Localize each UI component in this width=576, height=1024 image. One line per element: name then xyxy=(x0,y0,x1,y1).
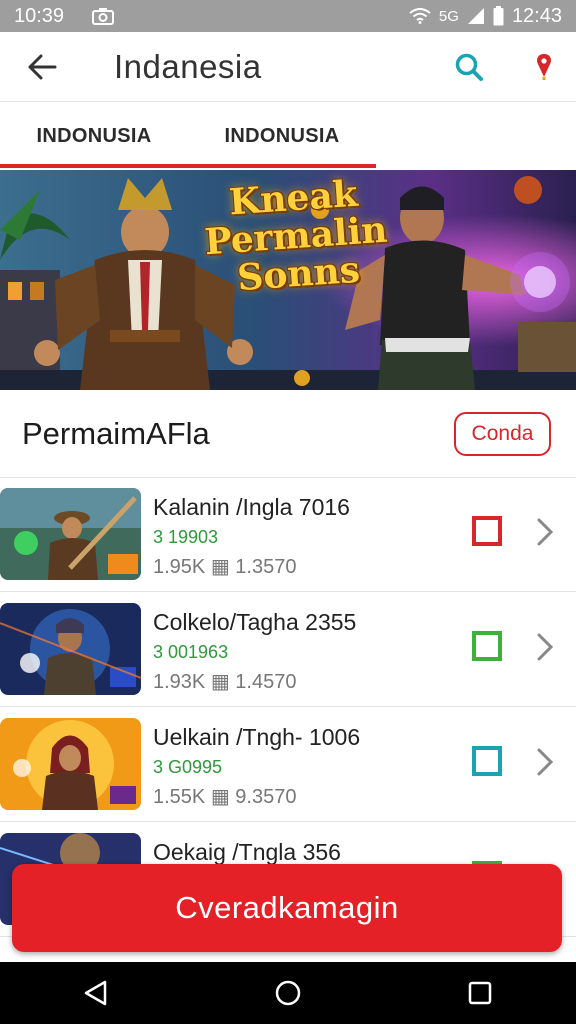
tab-bar: INDONUSIA INDONUSIA xyxy=(0,103,576,170)
game-checkbox[interactable] xyxy=(472,516,502,546)
page-title: Indanesia xyxy=(114,47,262,85)
game-title: Uelkain /Tngh- 1006 xyxy=(153,724,361,750)
back-button[interactable] xyxy=(12,37,72,97)
search-icon xyxy=(455,53,483,81)
search-button[interactable] xyxy=(446,44,492,90)
battery-icon xyxy=(493,6,504,26)
game-subtitle: 3 G0995 xyxy=(153,757,223,777)
game-list-item[interactable]: Uelkain /Tngh- 1006 3 G0995 1.55K ▦ 9.35… xyxy=(0,708,576,822)
game-title: Oekaig /Tngla 356 xyxy=(153,839,341,865)
status-bar: 10:39 5G 12:43 xyxy=(0,0,576,32)
chevron-right-icon[interactable] xyxy=(534,516,556,548)
game-stats: 1.95K ▦ 1.3570 xyxy=(153,556,297,578)
nav-home-button[interactable] xyxy=(258,963,318,1023)
nav-recents-button[interactable] xyxy=(450,963,510,1023)
tab-indonusia-1[interactable]: INDONUSIA xyxy=(0,103,188,170)
location-button[interactable] xyxy=(524,44,564,90)
section-header: PermaimAFla Conda xyxy=(0,390,576,478)
game-title: Kalanin /Ingla 7016 xyxy=(153,494,350,520)
game-list-item[interactable]: Colkelo/Tagha 2355 3 001963 1.93K ▦ 1.45… xyxy=(0,593,576,707)
game-checkbox[interactable] xyxy=(472,631,502,661)
system-nav-bar xyxy=(0,962,576,1024)
game-list-item[interactable]: Kalanin /Ingla 7016 3 19903 1.95K ▦ 1.35… xyxy=(0,478,576,592)
chevron-right-icon[interactable] xyxy=(534,631,556,663)
back-triangle-icon xyxy=(84,980,107,1006)
recents-square-icon xyxy=(468,981,492,1005)
chevron-right-icon[interactable] xyxy=(534,746,556,778)
status-clock: 12:43 xyxy=(511,4,562,27)
app-bar: Indanesia xyxy=(0,32,576,102)
promo-banner[interactable]: Kneak Permalin Sonns xyxy=(0,170,576,390)
game-thumbnail xyxy=(0,718,141,810)
game-stats: 1.93K ▦ 1.4570 xyxy=(153,671,297,693)
game-checkbox[interactable] xyxy=(472,746,502,776)
nav-back-button[interactable] xyxy=(66,963,126,1023)
game-thumbnail xyxy=(0,603,141,695)
section-title: PermaimAFla xyxy=(22,415,210,451)
home-circle-icon xyxy=(275,980,301,1006)
signal-icon xyxy=(467,7,485,25)
location-pin-icon xyxy=(537,54,551,80)
network-type: 5G xyxy=(438,7,459,25)
game-stats: 1.55K ▦ 9.3570 xyxy=(153,786,297,808)
primary-cta-button[interactable]: Cveradkamagin xyxy=(12,864,562,952)
camera-icon xyxy=(92,7,115,25)
game-thumbnail xyxy=(0,488,141,580)
game-subtitle: 3 001963 xyxy=(153,642,229,662)
status-time: 10:39 xyxy=(14,4,65,27)
tab-indonusia-2[interactable]: INDONUSIA xyxy=(188,103,376,170)
game-subtitle: 3 19903 xyxy=(153,527,219,547)
wifi-icon xyxy=(409,8,431,24)
tab-indicator xyxy=(0,164,376,168)
back-arrow-icon xyxy=(28,54,57,79)
banner-title: Kneak Permalin Sonns xyxy=(203,172,389,299)
game-title: Colkelo/Tagha 2355 xyxy=(153,609,357,635)
conda-button[interactable]: Conda xyxy=(454,412,551,456)
